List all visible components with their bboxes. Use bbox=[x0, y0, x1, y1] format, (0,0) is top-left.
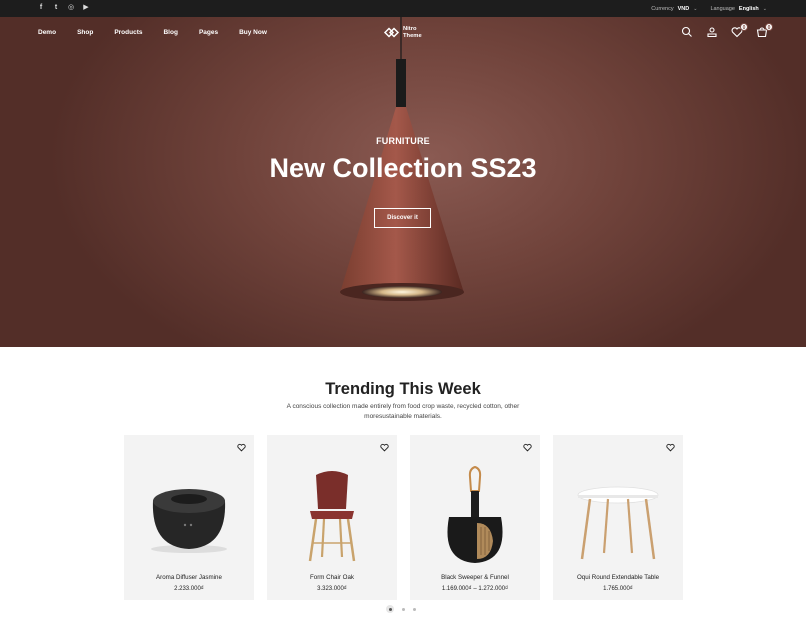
product-price: 3.323.000₫ bbox=[317, 586, 347, 592]
nav-item-pages[interactable]: Pages bbox=[199, 29, 218, 36]
diffuser-image[interactable] bbox=[139, 461, 239, 571]
heart-icon[interactable] bbox=[523, 443, 532, 452]
search-icon[interactable] bbox=[681, 25, 693, 39]
currency-select[interactable]: VND bbox=[678, 6, 690, 12]
chevron-down-icon[interactable]: ⌄ bbox=[763, 6, 767, 12]
product-card[interactable]: Aroma Diffuser Jasmine 2.233.000₫ bbox=[124, 435, 254, 600]
language-select[interactable]: English bbox=[739, 6, 759, 12]
section-title: Trending This Week bbox=[325, 380, 481, 398]
user-icon[interactable] bbox=[706, 25, 718, 39]
language-label: Language bbox=[710, 5, 735, 12]
product-card[interactable]: Form Chair Oak 3.323.000₫ bbox=[267, 435, 397, 600]
carousel-dot[interactable] bbox=[386, 605, 394, 613]
heart-icon[interactable] bbox=[380, 443, 389, 452]
table-image[interactable] bbox=[568, 461, 668, 571]
chevron-down-icon[interactable]: ⌄ bbox=[693, 6, 697, 12]
locale-switchers: Currency VND ⌄ Language English ⌄ bbox=[651, 0, 767, 17]
product-grid: Aroma Diffuser Jasmine 2.233.000₫ Form C… bbox=[124, 435, 683, 600]
heart-icon[interactable] bbox=[666, 443, 675, 452]
nav-item-demo[interactable]: Demo bbox=[38, 29, 56, 36]
carousel-pagination bbox=[386, 605, 416, 613]
product-price: 1.765.000₫ bbox=[603, 586, 633, 592]
hero-subtitle: FURNITURE bbox=[376, 136, 430, 146]
section-description: A conscious collection made entirely fro… bbox=[286, 403, 520, 420]
product-price: 2.233.000₫ bbox=[174, 586, 204, 592]
product-name[interactable]: Oqui Round Extendable Table bbox=[553, 574, 683, 581]
product-name[interactable]: Black Sweeper & Funnel bbox=[410, 574, 540, 581]
hero-banner: Demo Shop Products Blog Pages Buy Now Ni… bbox=[0, 17, 806, 347]
chair-image[interactable] bbox=[282, 461, 382, 571]
facebook-icon[interactable]: f bbox=[37, 3, 45, 13]
carousel-dot[interactable] bbox=[413, 607, 416, 611]
product-name[interactable]: Form Chair Oak bbox=[267, 574, 397, 581]
top-bar: f t ◎ ▶ Currency VND ⌄ Language English … bbox=[0, 0, 806, 17]
nav-item-blog[interactable]: Blog bbox=[163, 29, 177, 36]
cart-icon[interactable]: 0 bbox=[756, 23, 773, 39]
youtube-icon[interactable]: ▶ bbox=[82, 3, 90, 13]
hero-title: New Collection SS23 bbox=[269, 153, 537, 183]
header-actions: 0 0 bbox=[681, 23, 773, 39]
nav-item-products[interactable]: Products bbox=[114, 29, 142, 36]
wishlist-icon[interactable]: 0 bbox=[731, 23, 748, 39]
product-card[interactable]: Oqui Round Extendable Table 1.765.000₫ bbox=[553, 435, 683, 600]
wishlist-count-badge: 0 bbox=[740, 23, 748, 31]
nav-item-shop[interactable]: Shop bbox=[77, 29, 93, 36]
nav-item-buy-now[interactable]: Buy Now bbox=[239, 29, 267, 36]
instagram-icon[interactable]: ◎ bbox=[67, 3, 75, 13]
currency-label: Currency bbox=[651, 5, 674, 12]
product-name[interactable]: Aroma Diffuser Jasmine bbox=[124, 574, 254, 581]
sweeper-image[interactable] bbox=[425, 461, 525, 571]
product-card[interactable]: Black Sweeper & Funnel 1.169.000₫ – 1.27… bbox=[410, 435, 540, 600]
carousel-dot[interactable] bbox=[402, 607, 405, 611]
heart-icon[interactable] bbox=[237, 443, 246, 452]
cart-count-badge: 0 bbox=[765, 23, 773, 31]
discover-button[interactable]: Discover it bbox=[374, 208, 431, 228]
social-links: f t ◎ ▶ bbox=[37, 3, 90, 13]
main-nav: Demo Shop Products Blog Pages Buy Now bbox=[38, 29, 267, 36]
twitter-icon[interactable]: t bbox=[52, 3, 60, 13]
product-price: 1.169.000₫ – 1.272.000₫ bbox=[441, 586, 509, 592]
